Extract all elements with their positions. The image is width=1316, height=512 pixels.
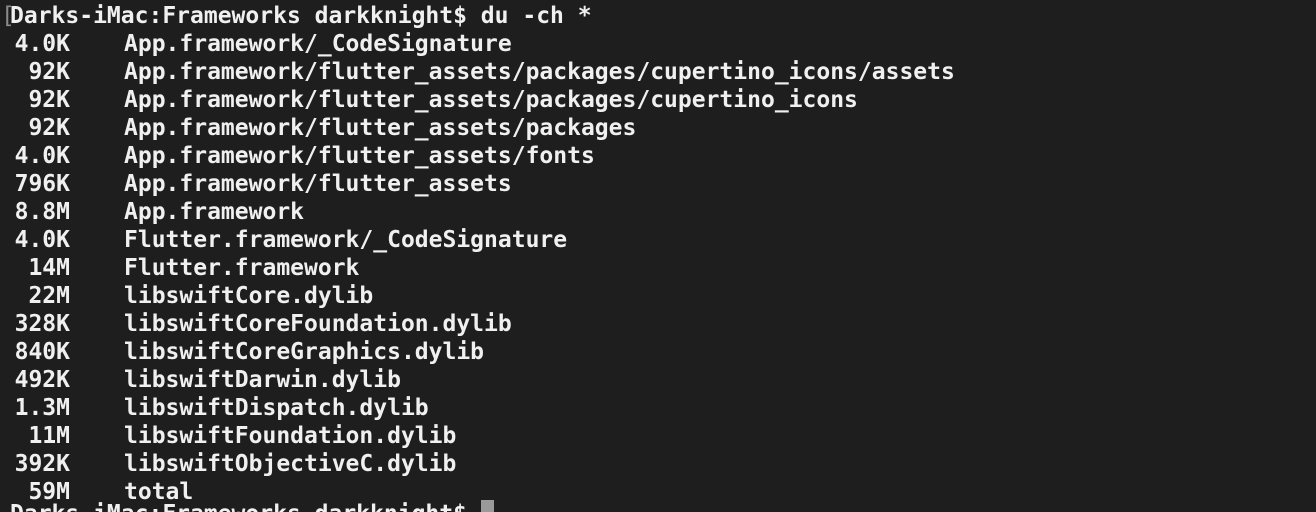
output-row: 8.8M App.framework <box>0 198 1316 226</box>
size-value: 22M <box>28 283 70 309</box>
size-value: 92K <box>28 87 70 113</box>
path-value: libswiftDarwin.dylib <box>124 367 401 393</box>
path-value: libswiftCoreGraphics.dylib <box>124 339 485 365</box>
next-prompt-text: Darks-iMac:Frameworks darkknight$ <box>10 501 481 512</box>
output-row: 14M Flutter.framework <box>0 254 1316 282</box>
size-value: 92K <box>28 59 70 85</box>
path-value: App.framework/flutter_assets/packages <box>124 115 637 141</box>
output-row: 92K App.framework/flutter_assets/packages… <box>0 58 1316 86</box>
size-value: 392K <box>14 451 70 477</box>
size-value: 1.3M <box>14 395 70 421</box>
path-value: libswiftCoreFoundation.dylib <box>124 311 512 337</box>
path-value: libswiftFoundation.dylib <box>124 423 457 449</box>
size-value: 796K <box>14 171 70 197</box>
text-cursor <box>480 500 494 512</box>
path-value: libswiftCore.dylib <box>124 283 374 309</box>
output-row: 22M libswiftCore.dylib <box>0 282 1316 310</box>
size-value: 492K <box>14 367 70 393</box>
path-value: Flutter.framework <box>124 255 360 281</box>
size-value: 4.0K <box>14 227 70 253</box>
path-value: App.framework <box>124 199 305 225</box>
prompt-command-line: Darks-iMac:Frameworks darkknight$ du -ch… <box>10 3 592 29</box>
output-row: 796K App.framework/flutter_assets <box>0 170 1316 198</box>
path-value: libswiftObjectiveC.dylib <box>124 451 457 477</box>
output-row: 4.0K Flutter.framework/_CodeSignature <box>0 226 1316 254</box>
size-value: 92K <box>28 115 70 141</box>
output-row: 92K App.framework/flutter_assets/packages <box>0 114 1316 142</box>
size-value: 328K <box>14 311 70 337</box>
output-row: 92K App.framework/flutter_assets/packages… <box>0 86 1316 114</box>
size-value: 11M <box>28 423 70 449</box>
output-row: 4.0K App.framework/_CodeSignature <box>0 30 1316 58</box>
output-row: 328K libswiftCoreFoundation.dylib <box>0 310 1316 338</box>
terminal-window[interactable]: [ Darks-iMac:Frameworks darkknight$ du -… <box>0 0 1316 512</box>
path-value: App.framework/flutter_assets/fonts <box>124 143 595 169</box>
output-row: 1.3M libswiftDispatch.dylib <box>0 394 1316 422</box>
path-value: App.framework/flutter_assets/packages/cu… <box>124 87 858 113</box>
size-value: 4.0K <box>14 31 70 57</box>
path-value: App.framework/flutter_assets <box>124 171 512 197</box>
size-value: 8.8M <box>14 199 70 225</box>
output-row: 840K libswiftCoreGraphics.dylib <box>0 338 1316 366</box>
next-prompt-line[interactable]: Darks-iMac:Frameworks darkknight$ <box>10 500 494 512</box>
output-row: 492K libswiftDarwin.dylib <box>0 366 1316 394</box>
path-value: App.framework/flutter_assets/packages/cu… <box>124 59 955 85</box>
path-value: libswiftDispatch.dylib <box>124 395 429 421</box>
output-row: 4.0K App.framework/flutter_assets/fonts <box>0 142 1316 170</box>
size-value: 840K <box>14 339 70 365</box>
output-row: 392K libswiftObjectiveC.dylib <box>0 450 1316 478</box>
size-value: 14M <box>28 255 70 281</box>
output-row: 11M libswiftFoundation.dylib <box>0 422 1316 450</box>
path-value: Flutter.framework/_CodeSignature <box>124 227 568 253</box>
path-value: App.framework/_CodeSignature <box>124 31 512 57</box>
size-value: 4.0K <box>14 143 70 169</box>
